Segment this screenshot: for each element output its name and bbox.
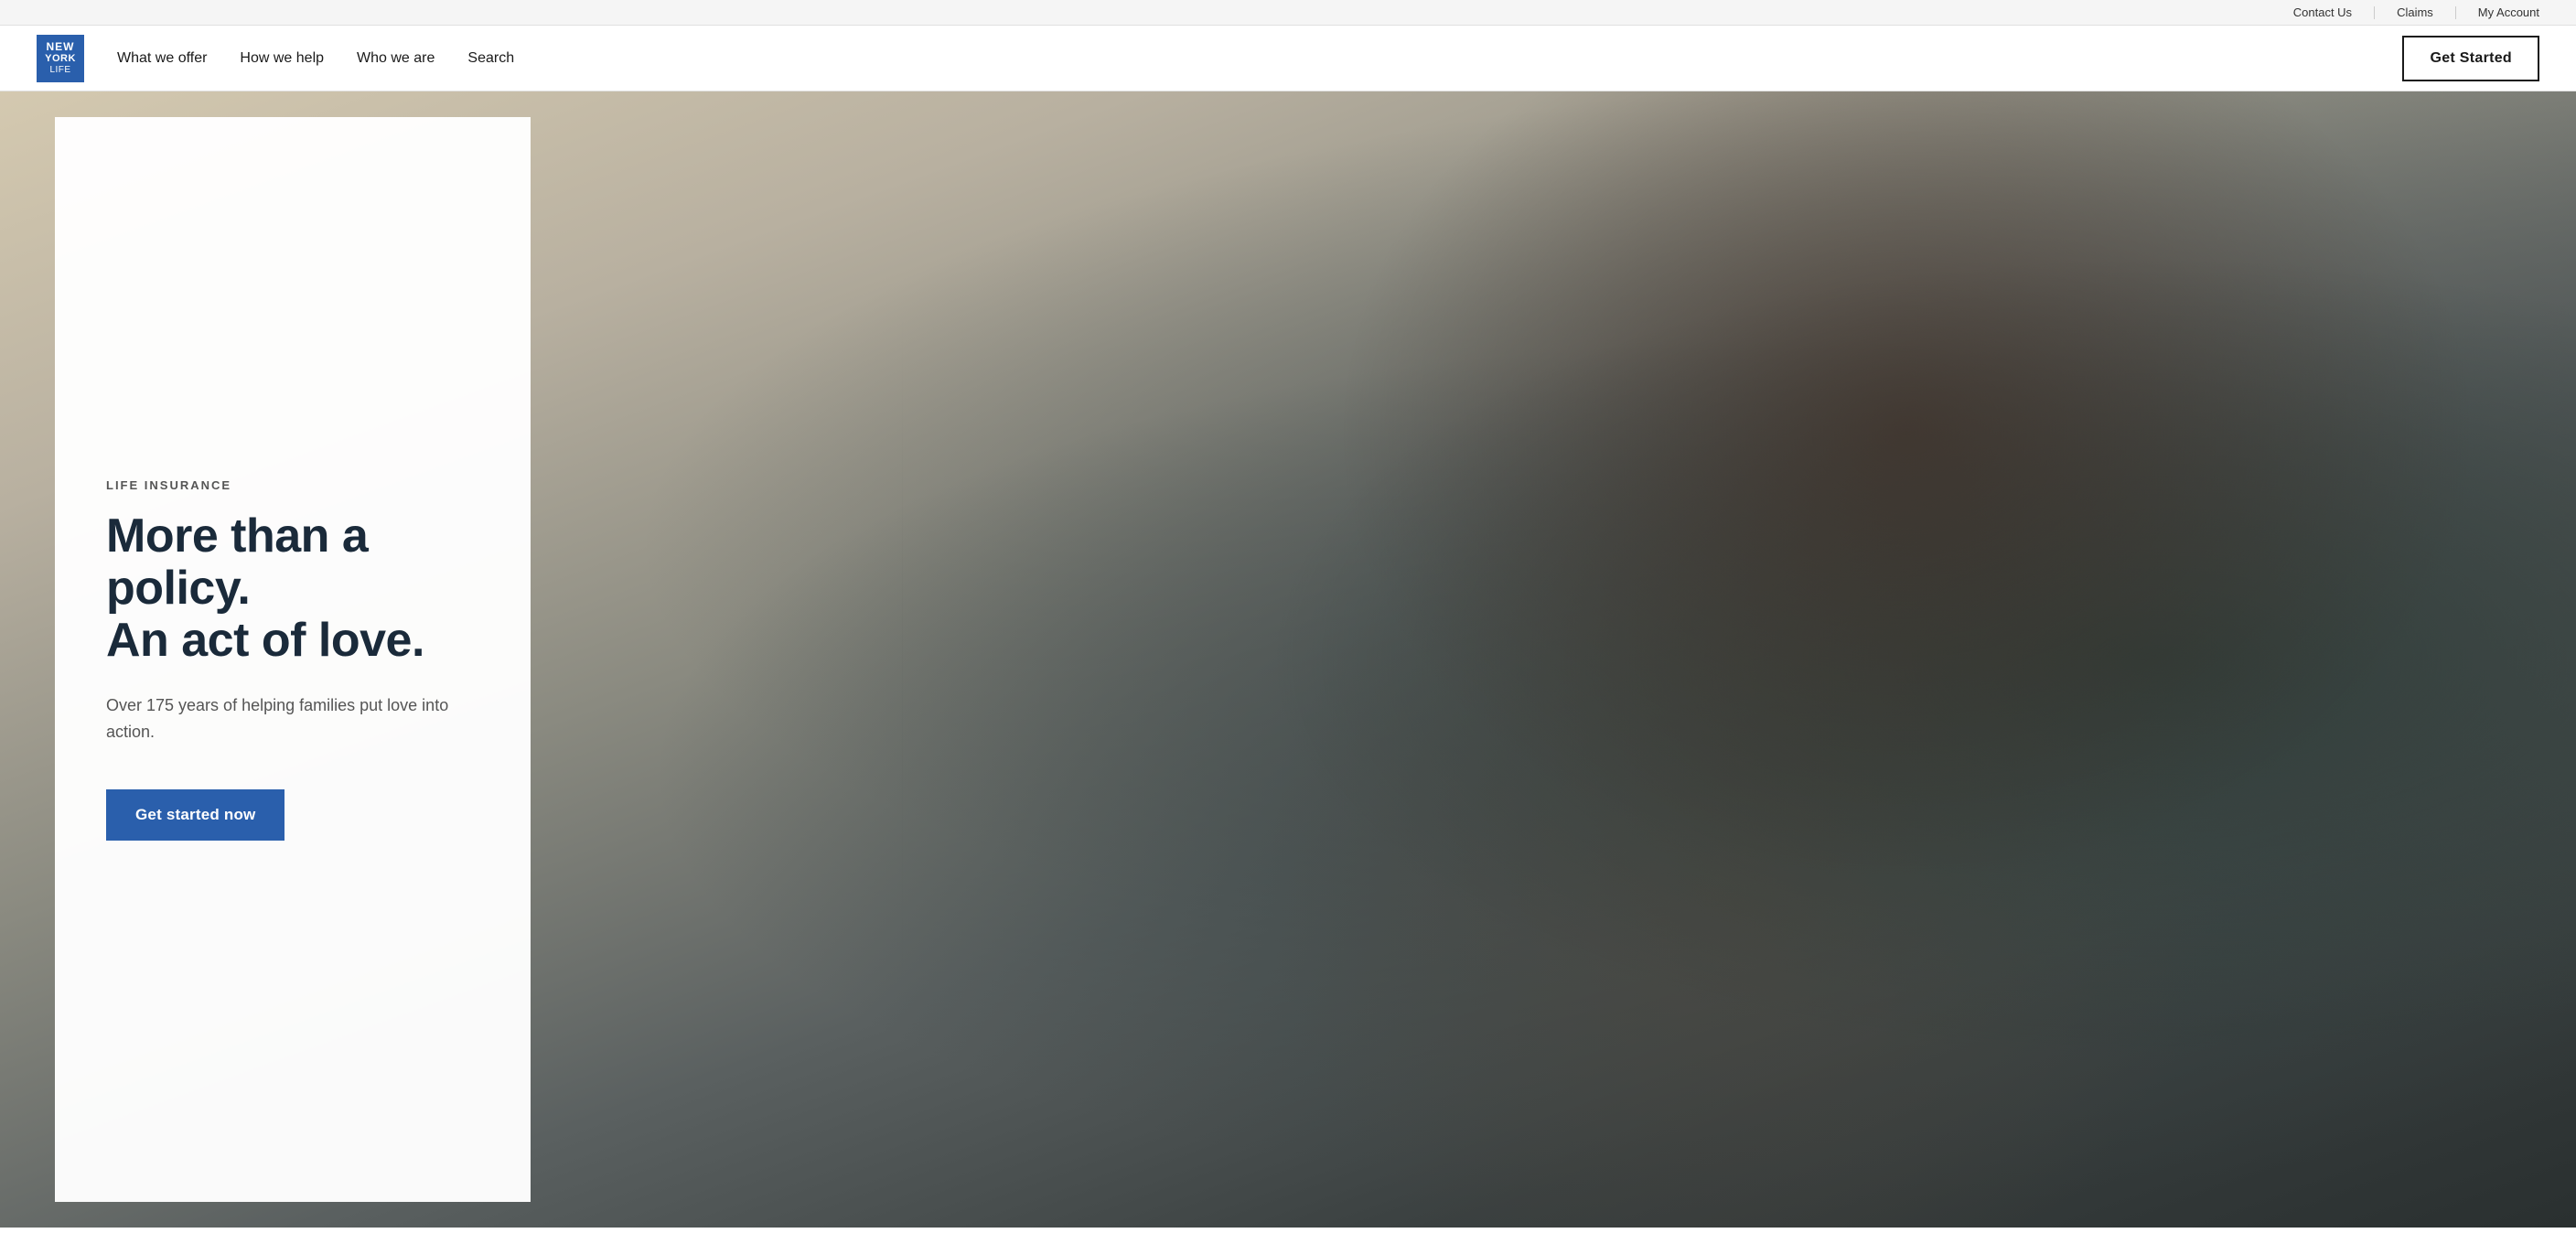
nav-link-how-we-help[interactable]: How we help xyxy=(240,47,324,70)
nav-link-search[interactable]: Search xyxy=(467,47,514,70)
hero-cta-button[interactable]: Get started now xyxy=(106,789,284,841)
utility-bar: Contact Us Claims My Account xyxy=(0,0,2576,26)
hero-section: LIFE INSURANCE More than a policy. An ac… xyxy=(0,91,2576,1228)
hero-headline-line2: An act of love. xyxy=(106,614,424,667)
hero-headline-line1: More than a policy. xyxy=(106,509,368,615)
logo-line-york: YORK xyxy=(45,53,76,65)
contact-us-link[interactable]: Contact Us xyxy=(2293,5,2352,19)
nav-get-started-button[interactable]: Get Started xyxy=(2402,36,2539,81)
hero-subtext: Over 175 years of helping families put l… xyxy=(106,692,479,745)
hero-content-card: LIFE INSURANCE More than a policy. An ac… xyxy=(55,117,531,1202)
my-account-link[interactable]: My Account xyxy=(2478,5,2539,19)
nav-links: What we offer How we help Who we are Sea… xyxy=(117,47,2402,70)
logo-line-life: LIFE xyxy=(49,65,70,76)
nav-link-what-we-offer[interactable]: What we offer xyxy=(117,47,207,70)
main-nav: NEW YORK LIFE What we offer How we help … xyxy=(0,26,2576,91)
hero-eyebrow: LIFE INSURANCE xyxy=(106,478,479,492)
logo-line-new: NEW xyxy=(47,40,75,53)
new-york-life-logo[interactable]: NEW YORK LIFE xyxy=(37,35,84,82)
divider-2 xyxy=(2455,6,2456,19)
claims-link[interactable]: Claims xyxy=(2397,5,2433,19)
divider-1 xyxy=(2374,6,2375,19)
hero-headline: More than a policy. An act of love. xyxy=(106,510,479,668)
nav-link-who-we-are[interactable]: Who we are xyxy=(357,47,435,70)
